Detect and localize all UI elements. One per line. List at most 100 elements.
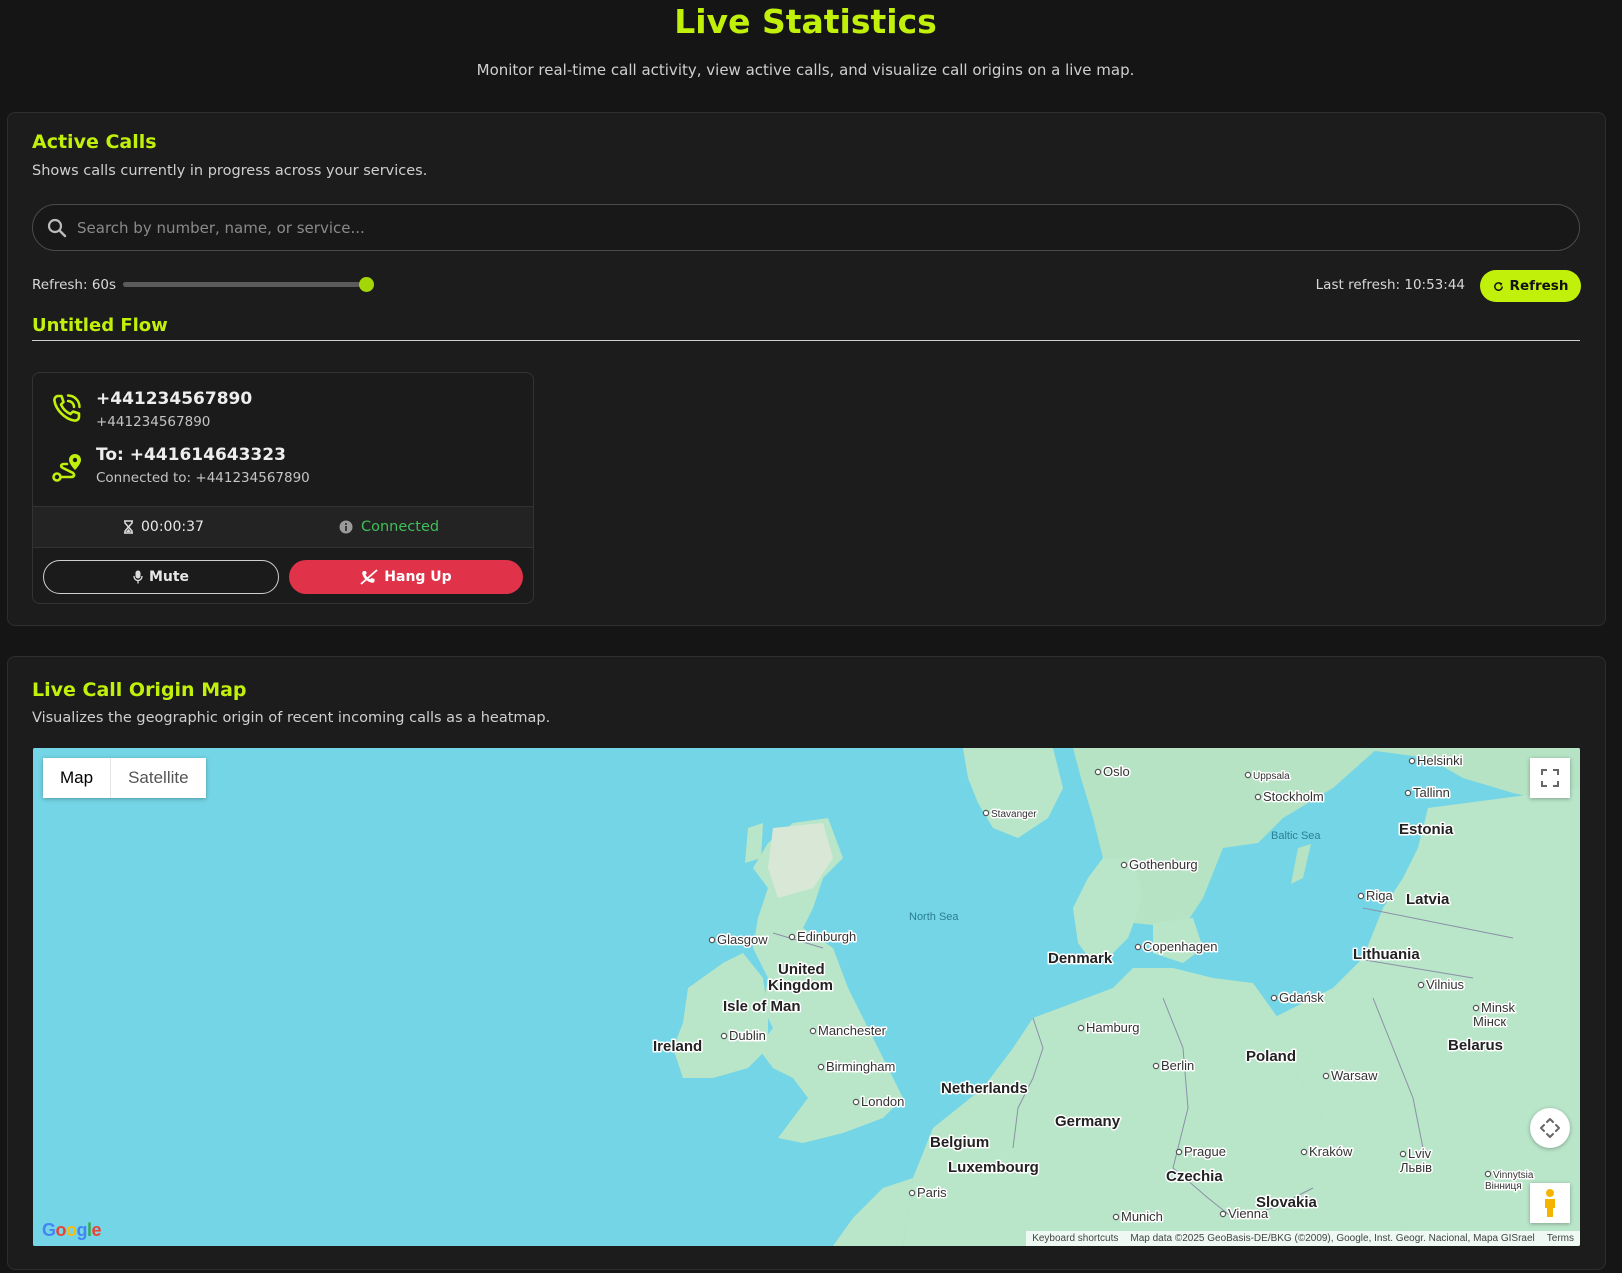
map-country-label-belgium: Belgium [930, 1134, 989, 1151]
active-calls-title: Active Calls [32, 131, 157, 153]
caller-sub-number: +441234567890 [96, 414, 211, 430]
map-tiles[interactable]: UnitedUnitedKingdomKingdomIsle of ManIsl… [33, 748, 1580, 1246]
flow-title: Untitled Flow [32, 315, 168, 336]
call-origin-map-panel: Live Call Origin Map Visualizes the geog… [7, 656, 1606, 1270]
page-title: Live Statistics [674, 2, 937, 41]
phone-incoming-icon [53, 394, 81, 422]
map-city-dot [1300, 1148, 1308, 1156]
map-city-label-manchester: Manchester [818, 1023, 887, 1038]
map-city-dot [788, 933, 796, 941]
terms-link[interactable]: Terms [1547, 1233, 1574, 1244]
map-city-label-vinnytsia: Vinnytsia [1493, 1170, 1534, 1181]
map-city-dot [1357, 892, 1365, 900]
map-city-label-prague: Prague [1184, 1144, 1226, 1159]
map-city-label-berlin: Berlin [1161, 1058, 1194, 1073]
map-sea-label-north-sea: North Sea [909, 911, 959, 923]
map-city-label-stavanger: Stavanger [991, 809, 1037, 820]
map-canvas[interactable]: United United Kingdom Kingdom Isle of Man Isl… [33, 748, 1580, 1246]
map-type-map-button[interactable]: Map [43, 758, 110, 798]
street-view-pegman-button[interactable] [1530, 1183, 1570, 1223]
route-icon [52, 454, 81, 482]
map-city-label-oslo: Oslo [1103, 764, 1130, 779]
map-city-dot [852, 1098, 860, 1106]
map-city-dot [708, 936, 716, 944]
map-city-dot [1417, 981, 1425, 989]
map-city-dot [1399, 1150, 1407, 1158]
map-city-label-local-27: Вінниця [1485, 1181, 1522, 1192]
map-city-label-local-25: Львів [1400, 1160, 1432, 1175]
map-city-dot [1077, 1024, 1085, 1032]
map-type-toggle: Map Satellite [43, 758, 206, 798]
caller-number: +441234567890 [96, 389, 253, 409]
map-data-credit: Map data ©2025 GeoBasis-DE/BKG (©2009), … [1130, 1233, 1535, 1244]
refresh-interval-slider[interactable] [123, 276, 374, 292]
call-duration: 00:00:37 [123, 519, 204, 535]
map-city-label-vilnius: Vilnius [1426, 977, 1465, 992]
map-city-label-london: London [861, 1094, 904, 1109]
map-city-label-munich: Munich [1121, 1209, 1163, 1224]
destination-number: To: +441614643323 [96, 445, 286, 465]
map-country-label-ireland: Ireland [653, 1038, 702, 1055]
slider-thumb[interactable] [359, 277, 374, 292]
map-city-label-edinburgh: Edinburgh [797, 929, 856, 944]
info-icon [339, 520, 353, 534]
connected-to-number: Connected to: +441234567890 [96, 470, 310, 486]
map-city-label-lviv: Lviv [1408, 1146, 1432, 1161]
map-type-satellite-button[interactable]: Satellite [111, 758, 205, 798]
map-city-dot [1484, 1170, 1492, 1178]
map-city-dot [1472, 1004, 1480, 1012]
keyboard-shortcuts-link[interactable]: Keyboard shortcuts [1032, 1233, 1118, 1244]
map-city-dot [1120, 861, 1128, 869]
map-country-label-kingdom: Kingdom [768, 977, 833, 994]
map-city-dot [720, 1032, 728, 1040]
search-input[interactable] [77, 213, 1557, 243]
map-city-label-copenhagen: Copenhagen [1143, 939, 1217, 954]
refresh-button[interactable]: Refresh [1480, 270, 1581, 302]
call-duration-value: 00:00:37 [141, 519, 204, 535]
map-city-label-riga: Riga [1366, 888, 1394, 903]
active-calls-description: Shows calls currently in progress across… [32, 163, 428, 179]
map-city-dot [1270, 994, 1278, 1002]
map-city-label-krako-w: Kraków [1309, 1144, 1353, 1159]
map-city-label-paris: Paris [917, 1185, 947, 1200]
refresh-interval-label: Refresh: 60s [32, 277, 117, 293]
map-country-label-isle-of-man: Isle of Man [723, 998, 801, 1015]
map-country-label-denmark: Denmark [1048, 950, 1113, 967]
map-country-label-czechia: Czechia [1166, 1168, 1223, 1185]
active-calls-panel: Active Calls Shows calls currently in pr… [7, 112, 1606, 626]
hang-up-button[interactable]: Hang Up [289, 560, 523, 594]
map-country-label-belarus: Belarus [1448, 1037, 1503, 1054]
map-country-label-germany: Germany [1055, 1113, 1121, 1130]
search-icon [47, 218, 67, 238]
call-status-bar: 00:00:37 Connected [33, 506, 533, 548]
fullscreen-button[interactable] [1530, 758, 1570, 798]
map-country-label-latvia: Latvia [1406, 891, 1450, 908]
map-country-label-luxembourg: Luxembourg [948, 1159, 1039, 1176]
mute-button[interactable]: Mute [43, 560, 279, 594]
call-status-text: Connected [361, 519, 440, 535]
map-city-dot [908, 1189, 916, 1197]
call-status: Connected [339, 519, 439, 535]
map-city-dot [1134, 943, 1142, 951]
map-city-dot [1408, 757, 1416, 765]
map-attribution: Keyboard shortcuts Map data ©2025 GeoBas… [1026, 1231, 1580, 1246]
map-city-label-tallinn: Tallinn [1413, 785, 1450, 800]
map-city-dot [1152, 1062, 1160, 1070]
refresh-icon [1493, 281, 1503, 291]
map-city-label-local-13: Мінск [1473, 1014, 1506, 1029]
map-country-label-united: United [778, 961, 825, 978]
hourglass-icon [124, 520, 133, 534]
map-country-label-lithuania: Lithuania [1353, 946, 1420, 963]
map-city-dot [817, 1063, 825, 1071]
map-city-label-birmingham: Birmingham [826, 1059, 895, 1074]
map-city-label-vienna: Vienna [1228, 1206, 1269, 1221]
map-city-dot [1254, 793, 1262, 801]
map-city-label-uppsala: Uppsala [1253, 771, 1290, 782]
camera-control-button[interactable] [1530, 1108, 1570, 1148]
map-city-dot [1322, 1072, 1330, 1080]
map-city-label-gothenburg: Gothenburg [1129, 857, 1198, 872]
last-refresh-time: Last refresh: 10:53:44 [1315, 277, 1465, 293]
search-box [32, 204, 1580, 251]
hang-up-button-label: Hang Up [384, 569, 452, 585]
map-city-dot [1175, 1148, 1183, 1156]
